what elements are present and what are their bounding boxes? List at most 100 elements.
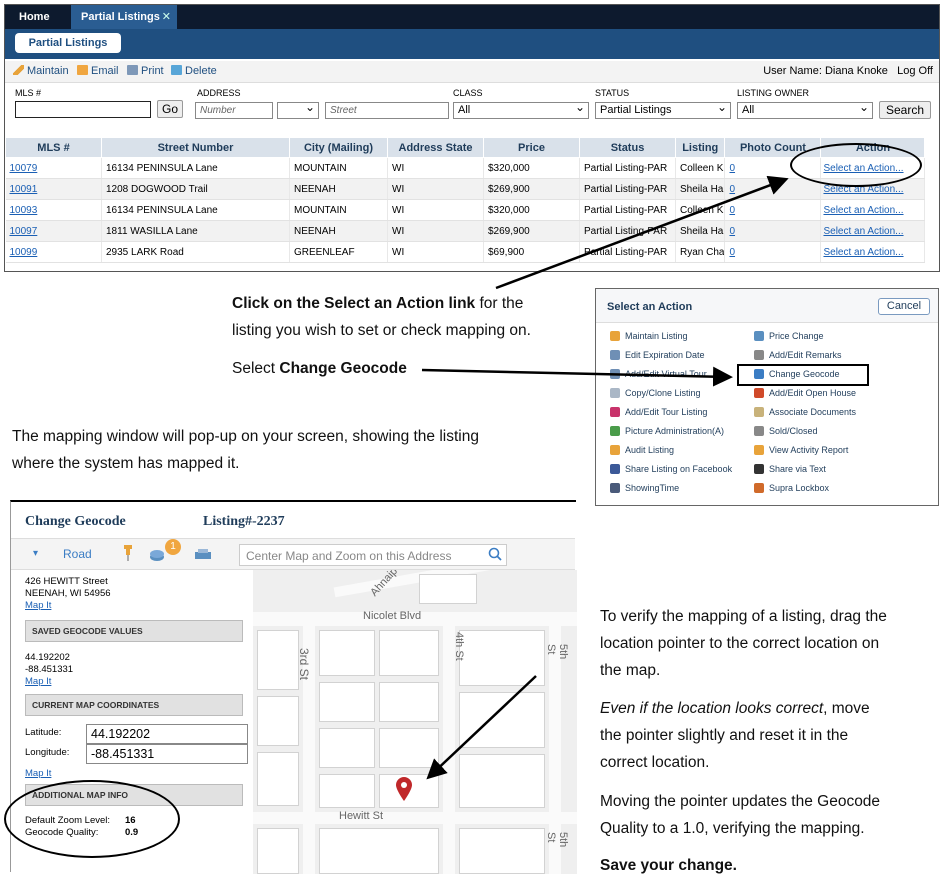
table-cell-photos[interactable]: 0	[724, 241, 822, 263]
table-row[interactable]: 10093 16134 PENINSULA Lane MOUNTAIN WI $320,…	[5, 199, 926, 221]
cancel-button[interactable]: Cancel	[878, 298, 930, 315]
instruction-text: listing you wish to set or check mapping…	[232, 322, 531, 339]
open-house-icon	[754, 388, 764, 398]
table-cell-action[interactable]: Select an Action...	[820, 220, 926, 242]
address-search-input[interactable]: Center Map and Zoom on this Address	[239, 544, 507, 566]
go-button[interactable]: Go	[157, 100, 183, 118]
action-item[interactable]: Maintain Listing	[610, 331, 688, 341]
column-header[interactable]: Status	[579, 137, 676, 158]
map-building	[379, 630, 439, 676]
listing-address-line2: NEENAH, WI 54956	[25, 588, 111, 599]
table-cell-listing: Sheila Ha	[675, 220, 726, 242]
chevron-down-icon[interactable]: ▾	[33, 548, 38, 559]
table-cell-price: $269,900	[483, 220, 580, 242]
table-row[interactable]: 10091 1208 DOGWOOD Trail NEENAH WI $269,900 P…	[5, 178, 926, 200]
printer-icon	[127, 65, 138, 75]
column-header[interactable]: Street Number	[101, 137, 290, 158]
table-cell-city: MOUNTAIN	[289, 157, 388, 179]
street-name-input[interactable]: Street	[325, 102, 449, 119]
table-cell-city: GREENLEAF	[289, 241, 388, 263]
action-item[interactable]: Associate Documents	[754, 407, 856, 417]
pushpin-icon[interactable]	[123, 544, 133, 562]
street-number-input[interactable]: Number	[195, 102, 273, 119]
action-item[interactable]: Add/Edit Remarks	[754, 350, 842, 360]
table-cell-mls[interactable]: 10093	[5, 199, 102, 221]
action-item[interactable]: Picture Administration(A)	[610, 426, 724, 436]
table-cell-photos[interactable]: 0	[724, 220, 822, 242]
picture-icon	[610, 426, 620, 436]
action-item[interactable]: View Activity Report	[754, 445, 848, 455]
column-header[interactable]: Price	[483, 137, 580, 158]
table-cell-mls[interactable]: 10079	[5, 157, 102, 179]
map-type-road[interactable]: Road	[63, 547, 92, 561]
table-cell-mls[interactable]: 10097	[5, 220, 102, 242]
number-placeholder: Number	[200, 105, 236, 116]
action-item-label: Audit Listing	[625, 445, 675, 455]
street-direction-select[interactable]	[277, 100, 319, 119]
highlight-box	[737, 364, 869, 386]
latitude-input[interactable]: 44.192202	[86, 724, 248, 744]
table-row[interactable]: 10099 2935 LARK Road GREENLEAF WI $69,900 Par…	[5, 241, 926, 263]
printer-icon[interactable]	[195, 548, 211, 560]
action-item[interactable]: Audit Listing	[610, 445, 674, 455]
delete-button[interactable]: Delete	[171, 65, 217, 77]
action-item-label: Associate Documents	[769, 407, 857, 417]
table-cell-action[interactable]: Select an Action...	[820, 199, 926, 221]
status-select[interactable]: Partial Listings	[595, 100, 731, 119]
print-button[interactable]: Print	[127, 65, 164, 77]
phone-icon	[754, 464, 764, 474]
action-item[interactable]: ShowingTime	[610, 483, 679, 493]
action-item[interactable]: Share via Text	[754, 464, 826, 474]
map-view[interactable]: Ahnaip Nicolet Blvd 3rd St 4th St 5th St…	[253, 570, 577, 874]
table-row[interactable]: 10097 1811 WASILLA Lane NEENAH WI $269,900 Pa…	[5, 220, 926, 242]
action-item[interactable]: Supra Lockbox	[754, 483, 829, 493]
select-action-panel: Select an Action Cancel Maintain Listing…	[595, 288, 939, 506]
log-off-link[interactable]: Log Off	[897, 65, 933, 77]
price-icon	[754, 331, 764, 341]
partial-listings-button[interactable]: Partial Listings	[15, 33, 121, 53]
action-item-label: ShowingTime	[625, 483, 680, 493]
instruction-bold: Change Geocode	[279, 360, 407, 377]
mls-input[interactable]	[15, 101, 151, 118]
map-it-link[interactable]: Map It	[25, 768, 51, 779]
map-it-link[interactable]: Map It	[25, 600, 51, 611]
table-cell-mls[interactable]: 10091	[5, 178, 102, 200]
table-cell-photos[interactable]: 0	[724, 178, 822, 200]
longitude-input[interactable]: -88.451331	[86, 744, 248, 764]
action-item[interactable]: Price Change	[754, 331, 824, 341]
tab-home[interactable]: Home	[9, 5, 69, 29]
remarks-icon	[754, 350, 764, 360]
action-item[interactable]: Share Listing on Facebook	[610, 464, 732, 474]
column-header[interactable]: Listing	[674, 137, 726, 158]
search-button[interactable]: Search	[879, 101, 931, 119]
user-info: User Name: Diana Knoke Log Off	[763, 65, 933, 77]
table-cell-action[interactable]: Select an Action...	[820, 241, 926, 263]
column-header[interactable]: MLS #	[5, 137, 102, 158]
search-icon[interactable]	[488, 547, 502, 561]
tab-partial-listings-label: Partial Listings	[81, 11, 160, 23]
map-building	[257, 696, 299, 746]
email-button[interactable]: Email	[77, 65, 119, 77]
maintain-button[interactable]: Maintain	[13, 65, 69, 77]
action-item[interactable]: Sold/Closed	[754, 426, 818, 436]
map-it-link[interactable]: Map It	[25, 676, 51, 687]
action-item[interactable]: Copy/Clone Listing	[610, 388, 701, 398]
table-cell-price: $320,000	[483, 199, 580, 221]
action-item[interactable]: Add/Edit Open House	[754, 388, 856, 398]
action-item[interactable]: Edit Expiration Date	[610, 350, 705, 360]
instruction-text: correct location.	[600, 754, 710, 771]
tab-partial-listings[interactable]: Partial Listings ✕	[71, 5, 177, 29]
column-header[interactable]: City (Mailing)	[289, 137, 388, 158]
location-pin-icon[interactable]	[395, 776, 413, 802]
action-item-label: Add/Edit Remarks	[769, 350, 842, 360]
close-icon[interactable]: ✕	[162, 5, 171, 29]
class-select[interactable]: All	[453, 100, 589, 119]
action-item[interactable]: Add/Edit Virtual Tour	[610, 369, 707, 379]
table-cell-mls[interactable]: 10099	[5, 241, 102, 263]
table-row[interactable]: 10079 16134 PENINSULA Lane MOUNTAIN WI $320,…	[5, 157, 926, 179]
column-header[interactable]: Address State	[387, 137, 484, 158]
listing-owner-select[interactable]: All	[737, 100, 873, 119]
action-item[interactable]: Add/Edit Tour Listing	[610, 407, 707, 417]
search-panel: MLS # ADDRESS CLASS STATUS LISTING OWNER…	[5, 83, 939, 125]
table-cell-photos[interactable]: 0	[724, 199, 822, 221]
